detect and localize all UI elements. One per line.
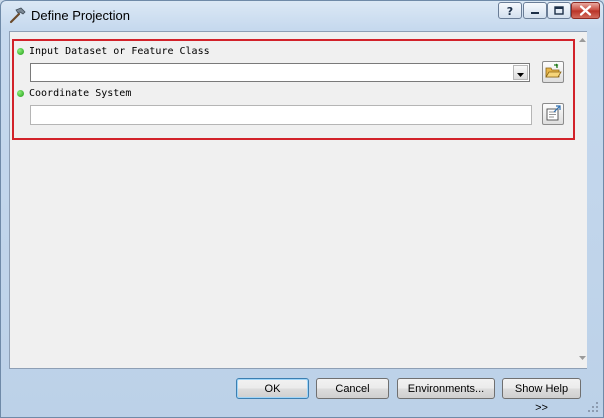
define-projection-window: Define Projection ? Input Dataset or Fea… — [0, 0, 604, 418]
hammer-tool-icon — [9, 7, 26, 24]
scroll-down-icon[interactable] — [578, 352, 587, 364]
show-help-button[interactable]: Show Help >> — [502, 378, 581, 414]
maximize-button[interactable] — [547, 2, 571, 19]
cancel-button[interactable]: Cancel — [316, 378, 389, 399]
minimize-button[interactable] — [523, 2, 547, 19]
resize-grip-icon[interactable] — [587, 401, 599, 413]
environments-button[interactable]: Environments... — [397, 378, 495, 399]
ok-button[interactable]: OK — [236, 378, 309, 399]
maximize-icon — [554, 6, 564, 15]
svg-text:?: ? — [507, 5, 513, 18]
scroll-up-icon[interactable] — [578, 34, 587, 46]
title-bar[interactable]: Define Projection ? — [1, 1, 603, 31]
help-icon: ? — [507, 5, 513, 18]
input-dataset-dropdown[interactable] — [30, 63, 530, 82]
browse-input-dataset-button[interactable] — [542, 61, 564, 83]
close-icon — [579, 5, 592, 16]
window-title: Define Projection — [31, 8, 130, 23]
chevron-down-icon — [517, 73, 524, 77]
dropdown-arrow-button[interactable] — [513, 65, 528, 80]
input-dataset-label: Input Dataset or Feature Class — [29, 46, 210, 57]
required-indicator-icon — [17, 90, 24, 97]
close-button[interactable] — [571, 2, 600, 19]
vertical-scrollbar[interactable] — [578, 32, 587, 368]
required-indicator-icon — [17, 48, 24, 55]
coordinate-system-label: Coordinate System — [29, 88, 132, 99]
open-folder-icon — [545, 63, 562, 78]
coordinate-system-properties-button[interactable] — [542, 103, 564, 125]
coordinate-system-input[interactable] — [30, 105, 532, 125]
help-window-button[interactable]: ? — [498, 2, 522, 19]
minimize-icon — [531, 12, 539, 14]
spatial-reference-properties-icon — [546, 105, 561, 121]
